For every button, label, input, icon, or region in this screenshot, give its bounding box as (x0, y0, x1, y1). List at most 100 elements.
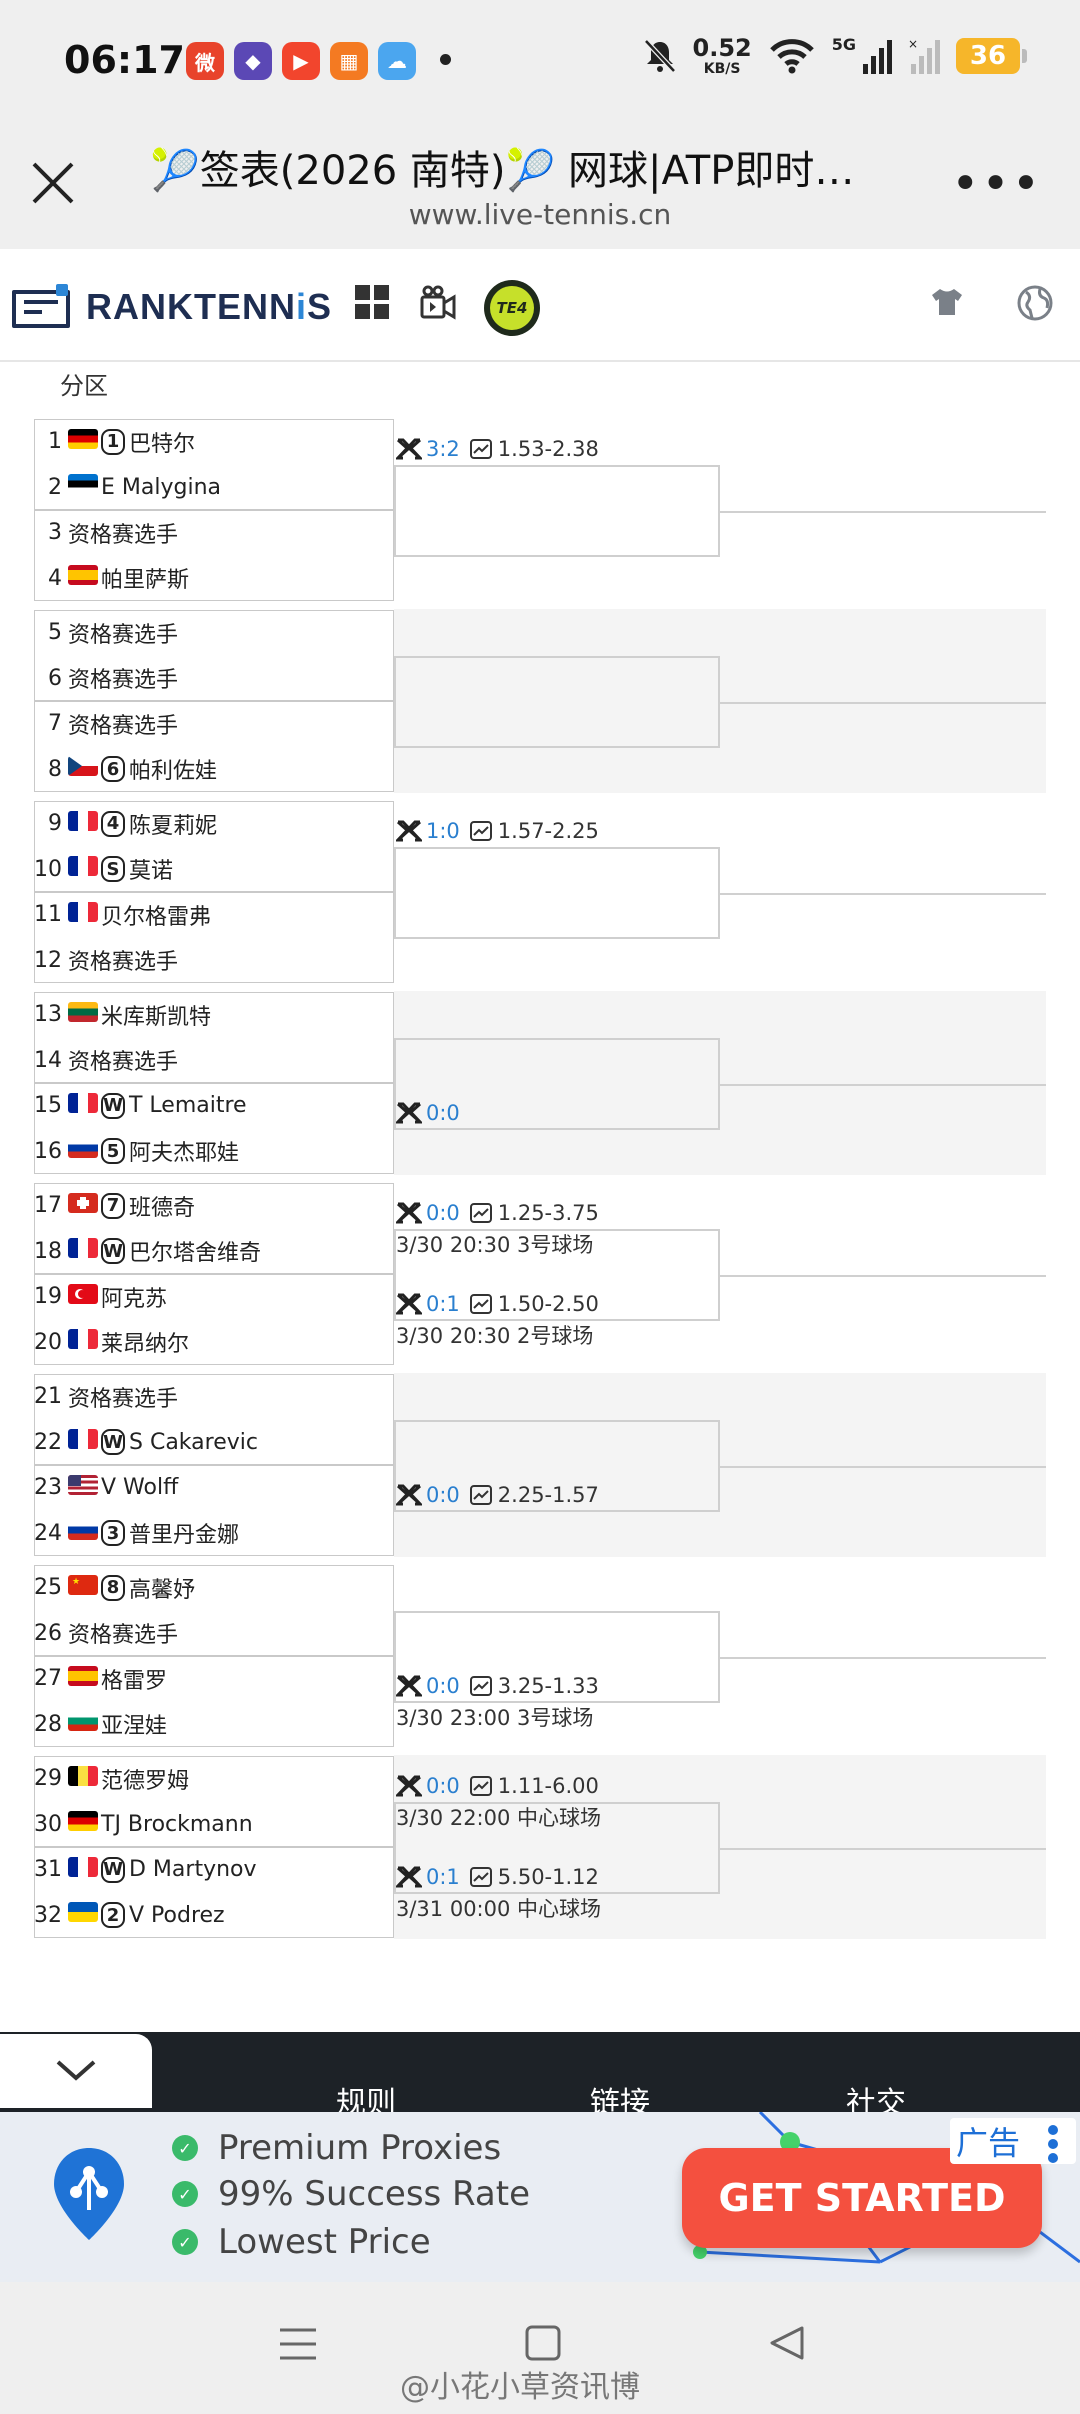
h2h-record[interactable]: 0:0 (426, 1774, 460, 1798)
player-name[interactable]: 班德奇 (129, 1190, 195, 1222)
draw-position: 28 (34, 1711, 62, 1737)
player-row[interactable]: 14 资格赛选手 (34, 1038, 394, 1083)
h2h-record[interactable]: 0:0 (426, 1101, 460, 1125)
back-icon[interactable] (768, 2324, 806, 2362)
player-row[interactable]: 2 E Malygina (34, 465, 394, 510)
h2h-record[interactable]: 3:2 (426, 437, 460, 461)
player-row[interactable]: 16 5 阿夫杰耶娃 (34, 1129, 394, 1174)
player-row[interactable]: 19 阿克苏 (34, 1274, 394, 1319)
player-name[interactable]: 莱昂纳尔 (101, 1326, 189, 1358)
player-row[interactable]: 3 资格赛选手 (34, 510, 394, 555)
player-row[interactable]: 4 帕里萨斯 (34, 556, 394, 601)
player-name[interactable]: 贝尔格雷弗 (101, 899, 211, 931)
player-name[interactable]: 资格赛选手 (68, 944, 178, 976)
player-name[interactable]: 巴特尔 (129, 426, 195, 458)
player-row[interactable]: 5 资格赛选手 (34, 610, 394, 655)
match-info[interactable]: 1:0 1.57-2.25 (396, 817, 599, 845)
player-row[interactable]: 12 资格赛选手 (34, 938, 394, 983)
player-name[interactable]: S Cakarevic (129, 1430, 258, 1455)
h2h-record[interactable]: 0:0 (426, 1201, 460, 1225)
match-info[interactable]: 0:0 1.25-3.75 (396, 1199, 599, 1227)
more-options-icon[interactable]: ••• (951, 160, 1042, 208)
player-row[interactable]: 18 W 巴尔塔舍维奇 (34, 1229, 394, 1274)
site-logo[interactable]: RANKTENNiS (86, 286, 332, 328)
player-row[interactable]: 24 3 普里丹金娜 (34, 1511, 394, 1556)
collapse-button[interactable] (0, 2034, 152, 2108)
match-info[interactable]: 3:2 1.53-2.38 (396, 435, 599, 463)
player-row[interactable]: 11 贝尔格雷弗 (34, 892, 394, 937)
match-info[interactable]: 0:0 1.11-6.00 (396, 1772, 599, 1800)
player-name[interactable]: 亚涅娃 (101, 1708, 167, 1740)
player-name[interactable]: TJ Brockmann (101, 1812, 253, 1837)
player-name[interactable]: 阿夫杰耶娃 (129, 1135, 239, 1167)
footer-tab-rules[interactable]: 规则 (336, 2078, 396, 2112)
player-name[interactable]: 格雷罗 (101, 1663, 167, 1695)
mute-bell-icon (643, 39, 676, 73)
player-row[interactable]: 27 格雷罗 (34, 1656, 394, 1701)
player-row[interactable]: 20 莱昂纳尔 (34, 1320, 394, 1365)
player-row[interactable]: 6 资格赛选手 (34, 656, 394, 701)
player-name[interactable]: 陈夏莉妮 (129, 808, 217, 840)
player-name[interactable]: V Podrez (129, 1903, 225, 1928)
player-name[interactable]: 米库斯凯特 (101, 999, 211, 1031)
player-name[interactable]: 资格赛选手 (68, 1381, 178, 1413)
match-info[interactable]: 0:0 (396, 1099, 470, 1127)
status-bar: 06:17 微 ◆ ▶ ▦ ☁ 0.52 KB/S 5G × 36 (0, 0, 1080, 125)
h2h-record[interactable]: 1:0 (426, 819, 460, 843)
player-name[interactable]: 资格赛选手 (68, 1617, 178, 1649)
player-name[interactable]: D Martynov (129, 1857, 257, 1882)
player-row[interactable]: 10 S 莫诺 (34, 847, 394, 892)
shirt-icon[interactable] (930, 287, 964, 317)
player-row[interactable]: 13 米库斯凯特 (34, 992, 394, 1037)
player-name[interactable]: 资格赛选手 (68, 708, 178, 740)
player-name[interactable]: 资格赛选手 (68, 617, 178, 649)
player-name[interactable]: 范德罗姆 (101, 1763, 189, 1795)
h2h-record[interactable]: 0:1 (426, 1865, 460, 1889)
player-row[interactable]: 25 ★ 8 高馨妤 (34, 1565, 394, 1610)
player-row[interactable]: 29 范德罗姆 (34, 1756, 394, 1801)
player-row[interactable]: 31 W D Martynov (34, 1847, 394, 1892)
footer-tab-social[interactable]: 社交 (846, 2078, 906, 2112)
player-name[interactable]: 资格赛选手 (68, 1044, 178, 1076)
player-row[interactable]: 15 W T Lemaitre (34, 1083, 394, 1128)
player-row[interactable]: 8 6 帕利佐娃 (34, 747, 394, 792)
player-row[interactable]: 26 资格赛选手 (34, 1611, 394, 1656)
player-name[interactable]: T Lemaitre (129, 1093, 247, 1118)
footer-tab-links[interactable]: 链接 (590, 2078, 650, 2112)
grid-menu-icon[interactable] (355, 285, 389, 319)
match-info[interactable]: 0:1 5.50-1.12 (396, 1863, 599, 1891)
video-icon[interactable] (420, 285, 456, 321)
globe-icon[interactable] (1016, 284, 1054, 322)
te4-badge-icon[interactable]: TE4 (484, 280, 540, 336)
player-name[interactable]: 资格赛选手 (68, 517, 178, 549)
player-row[interactable]: 1 1 巴特尔 (34, 419, 394, 464)
player-row[interactable]: 7 资格赛选手 (34, 701, 394, 746)
player-name[interactable]: V Wolff (101, 1475, 178, 1500)
menu-icon[interactable] (278, 2326, 318, 2362)
player-row[interactable]: 21 资格赛选手 (34, 1374, 394, 1419)
match-info[interactable]: 0:0 3.25-1.33 (396, 1672, 599, 1700)
player-name[interactable]: 资格赛选手 (68, 662, 178, 694)
ad-options-icon[interactable] (1046, 2124, 1060, 2164)
player-row[interactable]: 28 亚涅娃 (34, 1702, 394, 1747)
player-name[interactable]: 帕利佐娃 (129, 753, 217, 785)
h2h-record[interactable]: 0:1 (426, 1292, 460, 1316)
match-info[interactable]: 0:0 2.25-1.57 (396, 1481, 599, 1509)
match-info[interactable]: 0:1 1.50-2.50 (396, 1290, 599, 1318)
h2h-record[interactable]: 0:0 (426, 1483, 460, 1507)
player-name[interactable]: E Malygina (101, 475, 221, 500)
home-icon[interactable] (524, 2324, 562, 2362)
h2h-record[interactable]: 0:0 (426, 1674, 460, 1698)
player-name[interactable]: 莫诺 (129, 853, 173, 885)
player-row[interactable]: 23 V Wolff (34, 1465, 394, 1510)
player-row[interactable]: 9 4 陈夏莉妮 (34, 801, 394, 846)
player-name[interactable]: 阿克苏 (101, 1281, 167, 1313)
player-row[interactable]: 30 TJ Brockmann (34, 1802, 394, 1847)
player-name[interactable]: 普里丹金娜 (129, 1517, 239, 1549)
player-row[interactable]: 22 W S Cakarevic (34, 1420, 394, 1465)
player-row[interactable]: 32 2 V Podrez (34, 1893, 394, 1938)
player-name[interactable]: 帕里萨斯 (101, 562, 189, 594)
player-name[interactable]: 巴尔塔舍维奇 (129, 1235, 261, 1267)
player-row[interactable]: 17 7 班德奇 (34, 1183, 394, 1228)
player-name[interactable]: 高馨妤 (129, 1572, 195, 1604)
